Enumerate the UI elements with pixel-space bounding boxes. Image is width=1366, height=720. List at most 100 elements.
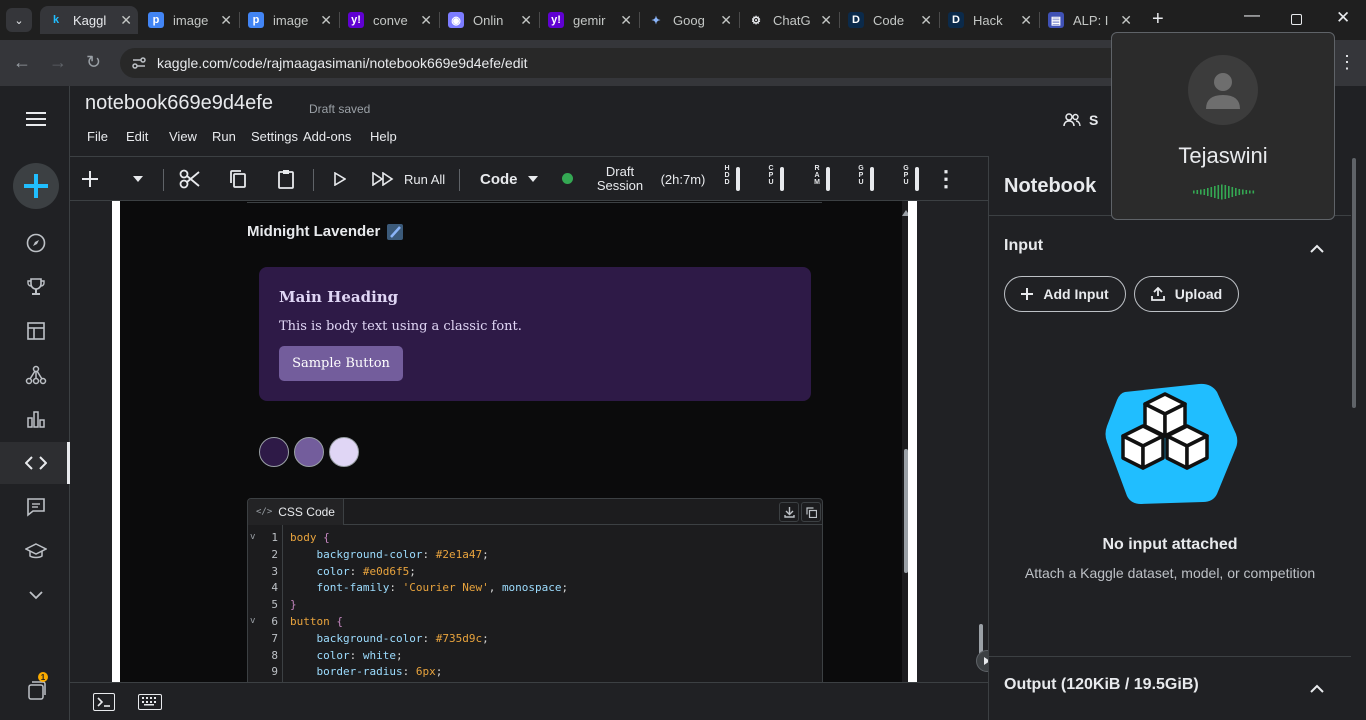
reload-icon[interactable]: ↻ xyxy=(86,52,101,73)
browser-tab[interactable]: D Hack ✕ xyxy=(940,6,1038,34)
close-tab-icon[interactable]: ✕ xyxy=(720,12,732,29)
close-tab-icon[interactable]: ✕ xyxy=(520,12,532,29)
browser-tab[interactable]: D Code ✕ xyxy=(840,6,938,34)
copy-icon[interactable] xyxy=(227,157,249,201)
code-token: ; xyxy=(561,581,569,595)
menu-run[interactable]: Run xyxy=(212,129,251,147)
code-token: background-color xyxy=(290,547,423,561)
compass-icon[interactable] xyxy=(22,229,50,257)
browser-tab[interactable]: ⚙ ChatG ✕ xyxy=(740,6,838,34)
output-scrollbar-thumb[interactable] xyxy=(904,449,908,573)
code-lines: v 1 body {2 background-color: #2e1a47; 3 co… xyxy=(248,525,822,682)
menu-help[interactable]: Help xyxy=(370,129,400,147)
output-scrollbar-track[interactable] xyxy=(902,201,908,682)
site-info-icon[interactable] xyxy=(130,54,148,72)
close-tab-icon[interactable]: ✕ xyxy=(920,12,932,29)
resource-meter-hdd[interactable]: H D D xyxy=(722,165,752,193)
leaderboard-bars-icon[interactable] xyxy=(22,405,50,433)
copy-code-icon[interactable] xyxy=(801,502,821,522)
resource-meter-ram[interactable]: R A M xyxy=(812,165,842,193)
meter-label: G P U xyxy=(858,165,864,186)
cell-type-select[interactable]: Code xyxy=(474,157,544,201)
code-block: </> CSS Code v 1 body {2 background-color:… xyxy=(247,498,823,682)
code-brackets-icon[interactable] xyxy=(22,449,50,477)
close-tab-icon[interactable]: ✕ xyxy=(1120,12,1132,29)
console-terminal-icon[interactable] xyxy=(93,693,115,711)
address-bar[interactable]: kaggle.com/code/rajmaagasimani/notebook6… xyxy=(120,48,1140,78)
close-tab-icon[interactable]: ✕ xyxy=(420,12,432,29)
resource-meter-cpu[interactable]: C P U xyxy=(766,165,796,193)
paste-clipboard-icon[interactable] xyxy=(275,157,297,201)
no-input-cubes-illustration xyxy=(1103,382,1239,506)
cut-scissors-icon[interactable] xyxy=(177,157,203,201)
chatgpt-icon: ⚙ xyxy=(751,14,761,27)
run-cell-play-icon[interactable] xyxy=(330,157,350,201)
input-section-header[interactable]: Input xyxy=(1004,237,1043,255)
restore-window-icon[interactable] xyxy=(1291,14,1302,25)
close-tab-icon[interactable]: ✕ xyxy=(220,12,232,29)
browser-menu-icon[interactable]: ⋮ xyxy=(1338,52,1356,73)
more-chevron-down-icon[interactable] xyxy=(22,581,50,609)
discussion-icon[interactable] xyxy=(22,493,50,521)
run-all-button[interactable]: Run All xyxy=(372,157,452,201)
output-section-header[interactable]: Output (120KiB / 19.5GiB) xyxy=(1004,676,1199,694)
resource-meter-gpu[interactable]: G P U xyxy=(901,165,931,193)
browser-tab[interactable]: p image ✕ xyxy=(140,6,238,34)
new-tab-button[interactable]: + xyxy=(1152,9,1164,29)
panel-scrollbar-thumb[interactable] xyxy=(1352,158,1356,408)
close-tab-icon[interactable]: ✕ xyxy=(620,12,632,29)
output-collapse-chevron-icon[interactable] xyxy=(1310,680,1324,698)
url-text[interactable]: kaggle.com/code/rajmaagasimani/notebook6… xyxy=(157,55,527,71)
download-icon[interactable] xyxy=(779,502,799,522)
cell-type-label: Code xyxy=(480,170,518,188)
notebook-title[interactable]: notebook669e9d4efe xyxy=(85,92,273,115)
close-tab-icon[interactable]: ✕ xyxy=(320,12,332,29)
forward-icon[interactable]: → xyxy=(49,52,67,73)
more-options-icon[interactable]: ⋮ xyxy=(935,157,957,201)
browser-tab[interactable]: ✦ Goog ✕ xyxy=(640,6,738,34)
back-icon[interactable]: ← xyxy=(13,52,31,73)
browser-tab[interactable]: ▤ ALP: I ✕ xyxy=(1040,6,1138,34)
close-tab-icon[interactable]: ✕ xyxy=(120,12,132,29)
browser-tab[interactable]: p image ✕ xyxy=(240,6,338,34)
code-line: 4 font-family: 'Courier New', monospace; xyxy=(248,579,822,596)
code-token: ; xyxy=(435,665,443,679)
menu-file[interactable]: File xyxy=(87,129,126,147)
tab-search-button[interactable]: ⌄ xyxy=(6,8,32,32)
menu-view[interactable]: View xyxy=(169,129,212,147)
close-tab-icon[interactable]: ✕ xyxy=(820,12,832,29)
models-icon[interactable] xyxy=(22,361,50,389)
learn-cap-icon[interactable] xyxy=(22,537,50,565)
trophy-icon[interactable] xyxy=(22,273,50,301)
close-window-icon[interactable]: ✕ xyxy=(1336,8,1350,28)
close-tab-icon[interactable]: ✕ xyxy=(1020,12,1032,29)
create-button[interactable] xyxy=(13,163,59,209)
add-cell-button[interactable] xyxy=(78,157,102,201)
minimize-window-icon[interactable]: — xyxy=(1244,7,1260,25)
line-number: 6 xyxy=(271,615,278,628)
browser-tab[interactable]: ◉ Onlin ✕ xyxy=(440,6,538,34)
meter-label: C P U xyxy=(768,165,774,186)
browser-tab[interactable]: k Kaggl ✕ xyxy=(40,6,138,34)
scroll-up-arrow-icon[interactable] xyxy=(902,204,908,222)
menu-settings[interactable]: Settings xyxy=(251,129,303,147)
resource-meter-gpu[interactable]: G P U xyxy=(856,165,886,193)
upload-button[interactable]: Upload xyxy=(1134,276,1239,312)
yahoo-icon: y! xyxy=(348,12,364,28)
hamburger-menu-icon[interactable] xyxy=(26,112,46,126)
add-input-button[interactable]: Add Input xyxy=(1004,276,1126,312)
sample-button[interactable]: Sample Button xyxy=(279,346,403,381)
browser-tab[interactable]: y! conve ✕ xyxy=(340,6,438,34)
fold-chevron-icon[interactable]: v xyxy=(250,529,255,546)
add-cell-dropdown-icon[interactable] xyxy=(128,157,148,201)
code-block-title: CSS Code xyxy=(278,505,335,519)
code-token: ; xyxy=(409,564,416,578)
menu-add-ons[interactable]: Add-ons xyxy=(303,129,370,147)
menu-edit[interactable]: Edit xyxy=(126,129,169,147)
fold-chevron-icon[interactable]: v xyxy=(250,613,255,630)
datasets-table-icon[interactable] xyxy=(22,317,50,345)
input-collapse-chevron-icon[interactable] xyxy=(1310,240,1324,258)
session-button[interactable]: Draft Session xyxy=(590,157,650,201)
keyboard-icon[interactable] xyxy=(138,694,162,710)
browser-tab[interactable]: y! gemir ✕ xyxy=(540,6,638,34)
